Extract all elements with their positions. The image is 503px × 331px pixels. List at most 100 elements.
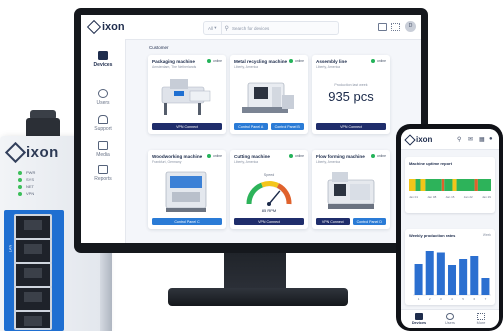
uptime-segment [441,179,445,191]
reports-icon [98,165,108,174]
control-panel-c-button[interactable]: Control Panel C [152,218,222,225]
mobile-app-logo[interactable]: ixon [404,133,433,146]
device-card-location: Frankfurt, Germany [152,160,182,164]
vpn-connect-button[interactable]: VPN Connect [234,218,304,225]
production-card-title: Weekly production rates [409,233,456,238]
control-panel-d-button[interactable]: Control Panel D [352,218,386,225]
control-panel-b-button[interactable]: Control Panel B [270,123,304,130]
sidebar-item-users[interactable]: Users [81,89,125,106]
mail-icon[interactable]: ✉ [468,136,473,143]
mobile-nav-users[interactable]: Users [434,313,466,325]
production-bar [481,278,490,295]
vpn-connect-button[interactable]: VPN Connect [152,123,222,130]
production-bar [425,251,434,295]
breadcrumb[interactable]: Customer [149,45,169,50]
sidebar-item-label: Reports [94,176,112,182]
production-bar [436,252,445,295]
device-card-flow-forming-machine[interactable]: Flow forming machine Liberty, America on… [312,150,390,229]
app-top-bar: ixon All ▾ ⚲ Search for devices D [81,15,421,40]
sidebar-item-label: Users [96,100,110,106]
router-logo-text: ixon [26,144,59,161]
device-card-packaging-machine[interactable]: Packaging machine Amsterdam, The Netherl… [148,55,226,134]
sidebar-item-support[interactable]: Support [81,115,125,132]
sidebar-item-devices[interactable]: Devices [81,51,125,68]
status-label: online [212,59,222,63]
status-badge: online [288,59,304,63]
status-label: online [294,154,304,158]
mobile-nav-label: More [476,321,486,325]
production-card-period[interactable]: Week [483,233,491,237]
sidebar-item-label: Media [96,152,110,158]
ethernet-port [14,238,52,264]
speed-gauge: Speed 85 RPM [246,173,292,213]
x-tick-label: 5 [462,297,464,301]
uptime-segment [444,179,453,191]
uptime-axis-label: Jan 29 [481,195,491,199]
devices-icon [98,51,108,60]
uptime-card-title: Machine uptime report [409,161,452,166]
status-badge: online [370,154,386,158]
uptime-segment [409,179,416,191]
x-tick-label: 7 [485,297,487,301]
mobile-brand-text: ixon [416,135,433,144]
mobile-nav-label: Users [445,321,455,325]
user-avatar[interactable]: D [405,21,416,32]
users-icon [98,89,108,98]
ethernet-port [14,310,52,330]
device-card-metal-recycling-machine[interactable]: Metal recycling machine Liberty, America… [230,55,308,134]
device-card-assembly-line[interactable]: Assembly line Liberty, America online Pr… [312,55,390,134]
headset-icon [98,115,108,124]
status-label: online [294,59,304,63]
app-brand-text: ixon [102,21,125,33]
mobile-nav-more[interactable]: More [465,313,497,325]
device-card-location: Liberty, America [316,65,341,69]
sidebar-item-reports[interactable]: Reports [81,165,125,182]
status-badge: online [206,59,222,63]
ethernet-port [14,214,52,240]
ethernet-port [14,286,52,312]
device-card-cutting-machine[interactable]: Cutting machine Liberty, America online … [230,150,308,229]
mobile-nav-devices[interactable]: Devices [403,313,435,325]
uptime-segment [415,179,421,191]
weekly-production-chart: 1 2 3 4 5 6 7 [413,251,491,301]
sidebar-item-media[interactable]: Media [81,141,125,158]
production-bar [414,264,423,295]
uptime-axis-label: Jan 08 [427,195,437,199]
router-port-label: LAN [7,244,13,253]
device-card-actions: VPN Connect [234,218,304,225]
router-led-label: PWR [26,170,36,175]
mobile-nav-label: Devices [411,321,427,325]
control-panel-a-button[interactable]: Control Panel A [234,123,268,130]
vpn-connect-button[interactable]: VPN Connect [316,123,386,130]
online-dot-icon [206,154,211,158]
status-label: online [376,59,386,63]
users-icon [446,313,454,320]
uptime-segment [425,179,442,191]
uptime-segment [456,179,475,191]
user-avatar[interactable]: ● [489,136,493,142]
ixon-cloud-mobile-app: ixon ⚲ ✉ ▦ ● Machine uptime report Jan 0… [401,129,499,328]
device-card-woodworking-machine[interactable]: Woodworking machine Frankfurt, Germany o… [148,150,226,229]
mail-icon[interactable] [378,23,387,31]
more-icon [477,313,485,320]
gauge-value: 85 RPM [262,208,276,213]
search-input[interactable]: Search for devices [232,26,269,31]
search-scope-select[interactable]: All ▾ [204,22,222,34]
device-card-actions: VPN Connect [316,123,386,130]
apps-grid-icon[interactable]: ▦ [479,136,485,143]
device-card-location: Liberty, America [234,160,259,164]
x-tick-label: 3 [440,297,442,301]
monitor-stand-neck [224,253,286,291]
apps-grid-icon[interactable] [391,23,400,31]
ethernet-port [14,262,52,288]
x-tick-label: 2 [429,297,431,301]
ixon-logo-mark-icon [86,19,102,35]
device-search[interactable]: All ▾ ⚲ Search for devices [203,21,339,35]
production-bar [470,256,479,295]
search-icon[interactable]: ⚲ [457,136,461,143]
app-logo[interactable]: ixon [86,19,125,35]
vpn-connect-button[interactable]: VPN Connect [316,218,350,225]
device-card-actions: VPN Connect [152,123,222,130]
app-sidebar: Devices Users Support Media Reports [81,39,126,243]
search-scope-value: All [208,25,214,31]
